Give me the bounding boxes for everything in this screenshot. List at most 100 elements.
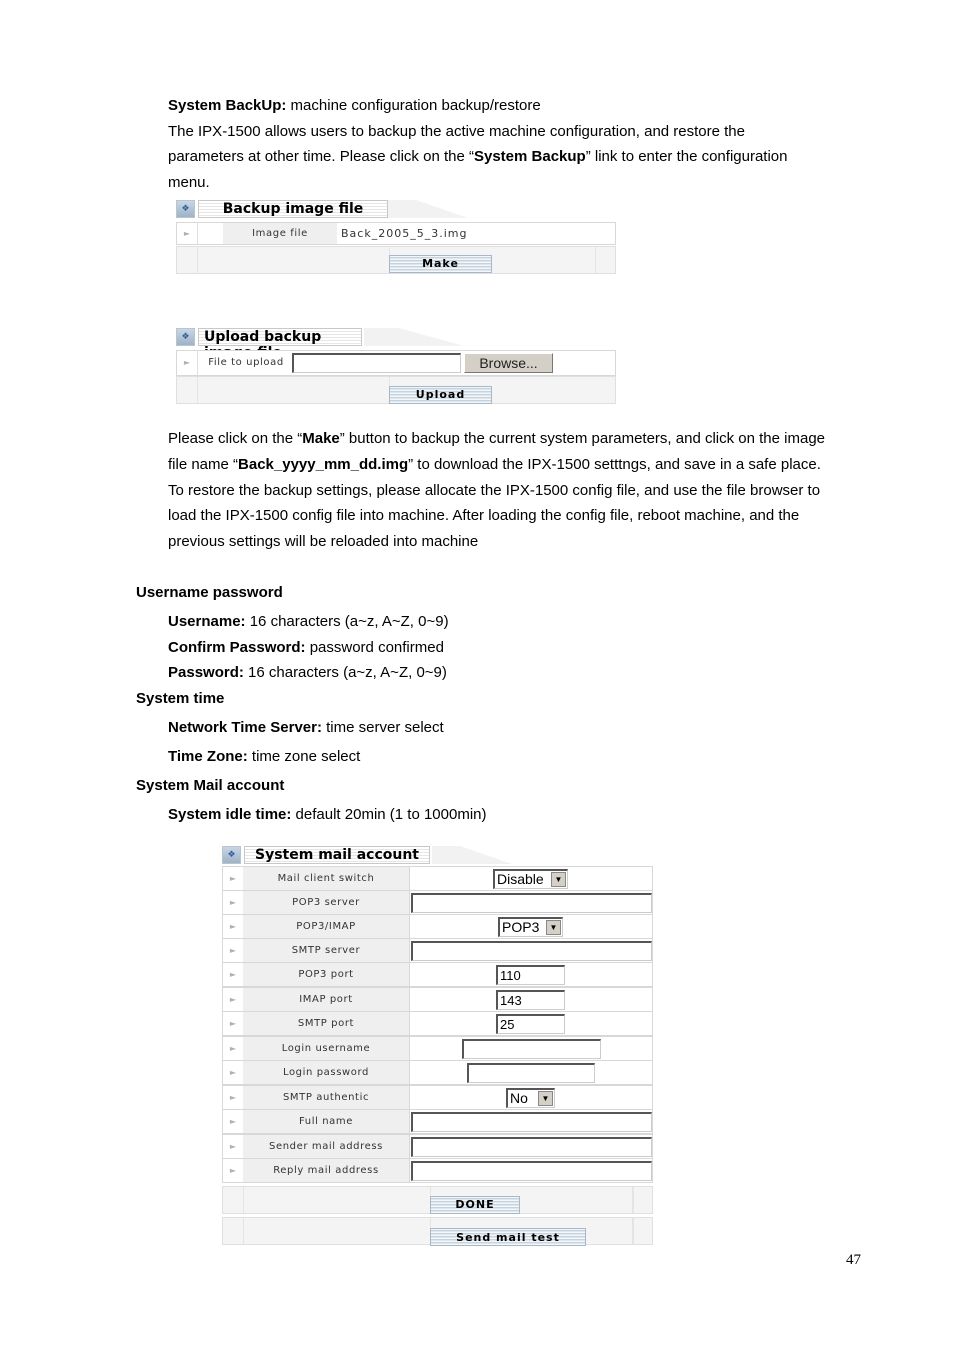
item-label: Username:: [168, 613, 246, 630]
mail-client-switch-label: Mail client switch: [243, 867, 410, 890]
make-button[interactable]: Make: [389, 255, 492, 273]
image-file-link[interactable]: Back_2005_5_3.img: [341, 223, 467, 244]
image-file-label: Image file: [223, 223, 337, 244]
intro-line-2: parameters at other time. Please click o…: [168, 144, 788, 170]
system-backup-heading: System BackUp: machine configuration bac…: [168, 93, 541, 119]
intro-line-2-bold: System Backup: [473, 148, 586, 165]
system-mail-heading: System Mail account: [136, 777, 285, 794]
triangle-right-icon: ►: [223, 1037, 244, 1060]
intro-line-3: menu.: [168, 174, 210, 191]
username-password-heading: Username password: [136, 584, 283, 601]
backup-image-panel: ❖ Backup image file ► Image file Back_20…: [176, 198, 616, 274]
triangle-right-icon: ►: [223, 988, 244, 1011]
triangle-right-icon: ►: [223, 939, 244, 962]
triangle-right-icon: ►: [223, 1086, 244, 1109]
image-file-row: ► Image file Back_2005_5_3.img: [176, 222, 616, 245]
chevron-down-icon[interactable]: ▼: [551, 872, 566, 887]
upload-panel-title: Upload backup image file: [198, 328, 362, 361]
send-test-button-row: Send mail test: [222, 1217, 653, 1246]
username-item: Username: 16 characters (a~z, A~Z, 0~9): [168, 613, 449, 630]
network-time-server-item: Network Time Server: time server select: [168, 719, 444, 736]
mail-row-smtp-authentic: ► SMTP authentic No ▼: [222, 1085, 653, 1110]
pop3-imap-select[interactable]: POP3 ▼: [498, 917, 563, 937]
btnrow-cell: [177, 247, 198, 273]
full-name-label: Full name: [243, 1110, 410, 1133]
file-to-upload-label: File to upload: [203, 351, 289, 375]
page-number: 47: [846, 1252, 861, 1268]
system-time-heading: System time: [136, 690, 225, 707]
file-upload-input[interactable]: [292, 353, 461, 373]
btnrow-cell: [595, 247, 596, 273]
item-text: time zone select: [247, 748, 361, 765]
browse-button[interactable]: Browse...: [464, 353, 553, 373]
triangle-right-icon: ►: [177, 351, 198, 375]
mail-panel-title: System mail account: [244, 846, 430, 864]
reply-mail-address-input[interactable]: [411, 1161, 652, 1181]
item-text: 16 characters (a~z, A~Z, 0~9): [243, 664, 447, 681]
mail-client-switch-select[interactable]: Disable ▼: [493, 869, 568, 889]
intro-line-2-post: ” link to enter the configuration: [585, 148, 788, 165]
triangle-right-icon: ►: [223, 1110, 244, 1133]
title-tab-decoration: [432, 846, 512, 864]
triangle-right-icon: ►: [223, 963, 244, 986]
triangle-right-icon: ►: [223, 915, 244, 938]
triangle-right-icon: ►: [223, 1159, 244, 1182]
system-idle-time-item: System idle time: default 20min (1 to 10…: [168, 806, 487, 823]
btnrow-cell: [223, 1218, 244, 1244]
item-text: default 20min (1 to 1000min): [291, 806, 487, 823]
intro-line-2-pre: parameters at other time. Please click o…: [168, 148, 474, 165]
upload-panel-title-bar: ❖ Upload backup image file: [176, 326, 616, 361]
reply-mail-address-label: Reply mail address: [243, 1159, 410, 1182]
item-text: time server select: [321, 719, 444, 736]
smtp-port-input[interactable]: 25: [496, 1014, 565, 1034]
explain-l2-bold: Back_yyyy_mm_dd.img: [238, 456, 409, 473]
chevron-down-icon[interactable]: ▼: [538, 1091, 553, 1106]
upload-button-row: Upload: [176, 376, 616, 404]
smtp-server-input[interactable]: [411, 941, 652, 961]
sender-mail-address-input[interactable]: [411, 1137, 652, 1157]
item-label: Time Zone:: [168, 748, 248, 765]
explain-l1-post: ” button to backup the current system pa…: [339, 430, 826, 447]
item-label: Network Time Server:: [168, 719, 322, 736]
explain-l1-pre: Please click on the “: [168, 430, 303, 447]
btnrow-cell: [223, 1187, 244, 1213]
upload-image-panel: ❖ Upload backup image file ► File to upl…: [176, 326, 616, 404]
time-zone-item: Time Zone: time zone select: [168, 748, 360, 765]
smtp-authentic-label: SMTP authentic: [243, 1086, 410, 1109]
send-mail-test-button[interactable]: Send mail test: [430, 1228, 586, 1246]
pop3-server-input[interactable]: [411, 893, 652, 913]
login-username-label: Login username: [243, 1037, 410, 1060]
file-upload-row: ► File to upload Browse...: [176, 350, 616, 376]
mail-row-login-password: ► Login password: [222, 1060, 653, 1085]
mail-row-pop3-port: ► POP3 port 110: [222, 962, 653, 987]
item-label: System idle time:: [168, 806, 292, 823]
login-username-input[interactable]: [462, 1039, 601, 1059]
system-mail-panel: ❖ System mail account ► Mail client switc…: [222, 844, 653, 1246]
title-tab-decoration: [364, 328, 464, 346]
mail-row-imap-port: ► IMAP port 143: [222, 987, 653, 1012]
item-text: password confirmed: [305, 639, 444, 656]
pop3-imap-label: POP3/IMAP: [243, 915, 410, 938]
selected-value: Disable: [497, 871, 544, 887]
login-password-input[interactable]: [467, 1063, 595, 1083]
smtp-authentic-select[interactable]: No ▼: [506, 1088, 555, 1108]
mail-row-smtp-server: ► SMTP server: [222, 938, 653, 963]
imap-port-input[interactable]: 143: [496, 990, 565, 1010]
title-tab-decoration: [388, 200, 468, 218]
pop3-server-label: POP3 server: [243, 891, 410, 914]
explain-line-5: previous settings will be reloaded into …: [168, 533, 479, 550]
triangle-right-icon: ►: [177, 223, 198, 244]
full-name-input[interactable]: [411, 1112, 652, 1132]
system-backup-label: System BackUp:: [168, 97, 287, 114]
btnrow-cell: [197, 247, 390, 273]
mail-row-pop3-imap: ► POP3/IMAP POP3 ▼: [222, 914, 653, 939]
btnrow-cell: [197, 377, 390, 403]
upload-button[interactable]: Upload: [389, 386, 492, 404]
explain-l2-pre: file name “: [168, 456, 239, 473]
chevron-down-icon[interactable]: ▼: [546, 920, 561, 935]
item-label: Password:: [168, 664, 244, 681]
done-button[interactable]: DONE: [430, 1196, 520, 1214]
explain-line-4: load the IPX-1500 config file into machi…: [168, 507, 800, 524]
mail-row-smtp-port: ► SMTP port 25: [222, 1011, 653, 1036]
pop3-port-input[interactable]: 110: [496, 965, 565, 985]
